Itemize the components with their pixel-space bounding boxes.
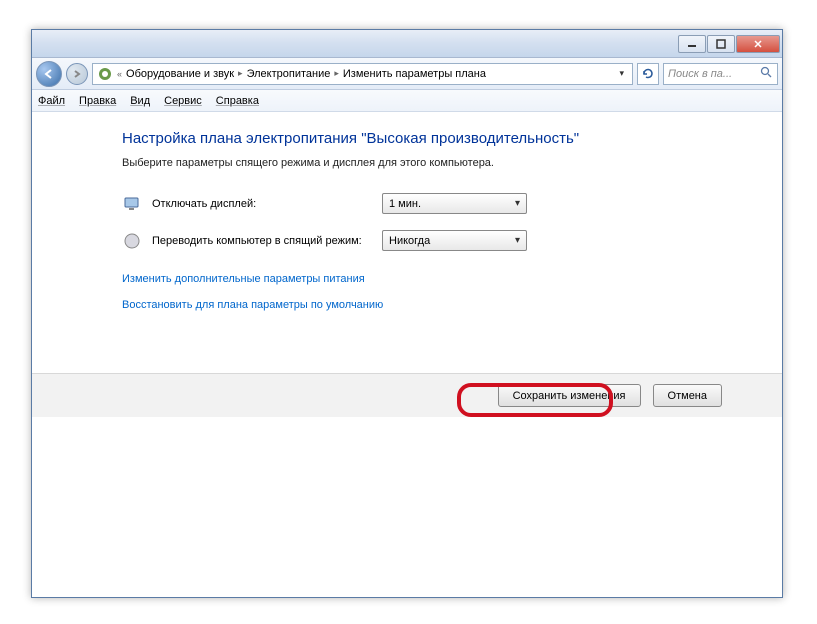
close-icon: [753, 39, 763, 49]
menu-tools[interactable]: Сервис: [164, 95, 202, 107]
address-dropdown-icon[interactable]: ▾: [615, 68, 628, 79]
back-button[interactable]: [36, 61, 62, 87]
maximize-button[interactable]: [707, 35, 735, 53]
navbar: « Оборудование и звук ▸ Электропитание ▸…: [32, 58, 782, 90]
page-title: Настройка плана электропитания "Высокая …: [122, 130, 782, 147]
menu-view[interactable]: Вид: [130, 95, 150, 107]
restore-defaults-link[interactable]: Восстановить для плана параметры по умол…: [122, 299, 383, 311]
minimize-icon: [687, 39, 697, 49]
explorer-window: « Оборудование и звук ▸ Электропитание ▸…: [31, 29, 783, 598]
breadcrumb-seg[interactable]: Изменить параметры плана: [343, 68, 486, 80]
minimize-button[interactable]: [678, 35, 706, 53]
refresh-button[interactable]: [637, 63, 659, 85]
address-bar[interactable]: « Оборудование и звук ▸ Электропитание ▸…: [92, 63, 633, 85]
chevron-right-icon: ▸: [334, 68, 339, 79]
footer-bar: Сохранить изменения Отмена: [32, 373, 782, 417]
dropdown-value: Никогда: [389, 235, 430, 247]
page-description: Выберите параметры спящего режима и дисп…: [122, 157, 782, 169]
display-off-dropdown[interactable]: 1 мин.: [382, 193, 527, 214]
chevron-right-icon: ▸: [238, 68, 243, 79]
links-section: Изменить дополнительные параметры питани…: [122, 273, 782, 311]
close-button[interactable]: [736, 35, 780, 53]
chevron-icon: «: [117, 69, 122, 79]
menu-file[interactable]: Файл: [38, 95, 65, 107]
menu-help[interactable]: Справка: [216, 95, 259, 107]
menu-edit[interactable]: Правка: [79, 95, 116, 107]
breadcrumb-seg[interactable]: Оборудование и звук: [126, 68, 234, 80]
search-input[interactable]: Поиск в па...: [663, 63, 778, 85]
sleep-dropdown[interactable]: Никогда: [382, 230, 527, 251]
arrow-right-icon: [72, 69, 82, 79]
breadcrumb-seg[interactable]: Электропитание: [247, 68, 331, 80]
control-panel-icon: [97, 66, 113, 82]
setting-label: Отключать дисплей:: [152, 198, 372, 210]
refresh-icon: [641, 67, 655, 81]
cancel-button[interactable]: Отмена: [653, 384, 722, 407]
dropdown-value: 1 мин.: [389, 198, 421, 210]
setting-display-off: Отключать дисплей: 1 мин.: [122, 193, 782, 214]
arrow-left-icon: [43, 68, 55, 80]
advanced-settings-link[interactable]: Изменить дополнительные параметры питани…: [122, 273, 365, 285]
maximize-icon: [716, 39, 726, 49]
menu-bar: Файл Правка Вид Сервис Справка: [32, 90, 782, 112]
monitor-icon: [122, 194, 142, 214]
search-icon: [760, 66, 773, 82]
forward-button[interactable]: [66, 63, 88, 85]
content-area: Настройка плана электропитания "Высокая …: [32, 112, 782, 311]
setting-label: Переводить компьютер в спящий режим:: [152, 235, 372, 247]
save-button[interactable]: Сохранить изменения: [498, 384, 641, 407]
search-placeholder: Поиск в па...: [668, 68, 732, 80]
titlebar: [32, 30, 782, 58]
moon-icon: [122, 231, 142, 251]
setting-sleep: Переводить компьютер в спящий режим: Ник…: [122, 230, 782, 251]
